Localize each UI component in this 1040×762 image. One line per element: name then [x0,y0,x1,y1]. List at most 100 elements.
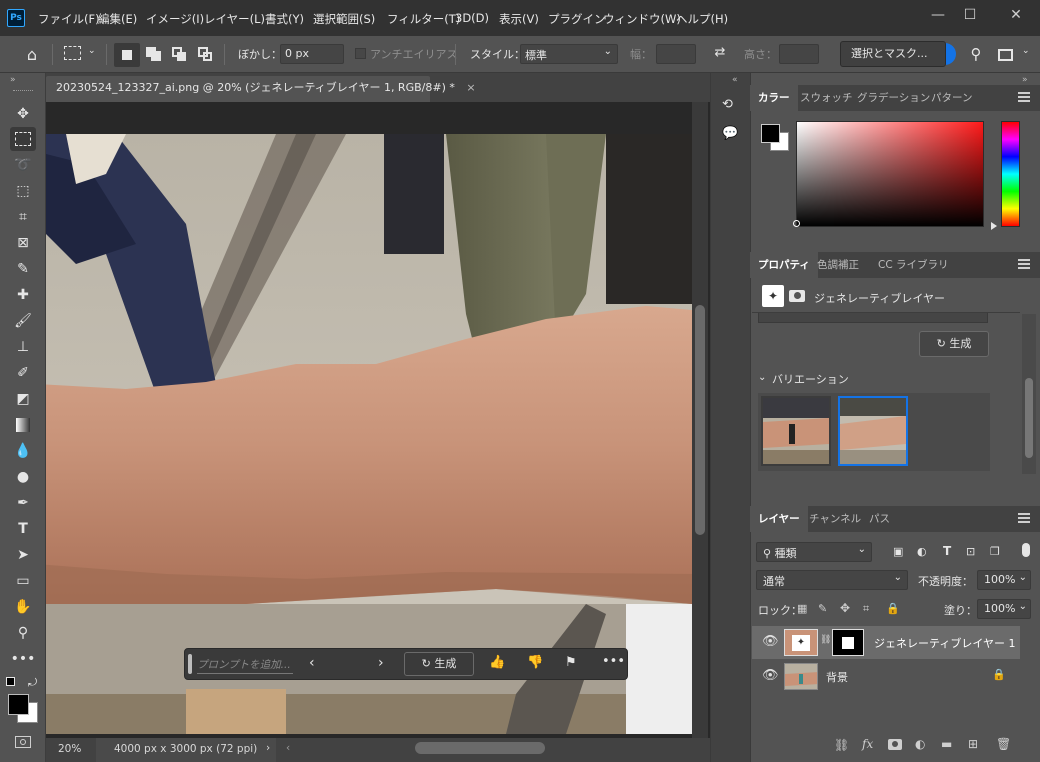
gradient-tool-icon[interactable] [10,413,36,437]
foreground-color-swatch[interactable] [761,124,780,143]
filter-smart-object-icon[interactable]: ❐ [990,545,1000,558]
history-brush-tool-icon[interactable]: ✐ [10,361,36,385]
antialias-checkbox[interactable] [355,48,366,59]
crop-tool-icon[interactable]: ⌗ [10,205,36,229]
feather-input[interactable]: 0 px [280,44,344,64]
layer-name[interactable]: ジェネレーティブレイヤー 1 [874,635,1016,651]
default-colors-icon[interactable] [6,677,15,686]
healing-brush-tool-icon[interactable]: ✚ [10,283,36,307]
hue-slider[interactable] [1001,121,1020,227]
menu-item[interactable]: 表示(V) [499,11,539,27]
marquee-tool-icon[interactable] [10,127,36,151]
tab-color[interactable]: カラー [750,85,798,111]
select-and-mask-button[interactable]: 選択とマスク... [840,41,946,67]
history-panel-icon[interactable]: ⟲ [722,97,738,113]
group-folder-icon[interactable]: ▬ [941,737,952,751]
layer-row-generative[interactable]: 👁 ✦ ⛓ ジェネレーティブレイヤー 1 [752,626,1020,659]
minimize-button[interactable]: — [926,6,950,26]
filter-pixel-icon[interactable]: ▣ [893,545,903,558]
collapse-icon[interactable]: » [10,75,16,85]
workspace-icon[interactable] [998,49,1013,61]
canvas-image[interactable] [46,134,692,734]
color-picker-cursor[interactable] [793,220,800,227]
filter-adjustment-icon[interactable]: ◐ [917,545,927,558]
generate-button[interactable]: ↻ 生成 [404,652,474,676]
eyedropper-tool-icon[interactable]: ✎ [10,257,36,281]
eye-icon[interactable]: 👁 [762,634,779,649]
dodge-tool-icon[interactable]: ● [10,465,36,489]
properties-scroll-thumb[interactable] [1025,378,1033,458]
filter-type-icon[interactable]: T [943,544,951,558]
eraser-tool-icon[interactable]: ◩ [10,387,36,411]
foreground-color-swatch[interactable] [8,694,29,715]
path-selection-tool-icon[interactable]: ➤ [10,543,36,567]
new-selection-button[interactable] [114,43,140,67]
thumbs-down-icon[interactable]: 👎 [527,655,543,670]
menu-item[interactable]: 書式(Y) [265,11,304,27]
mask-icon[interactable] [789,290,805,302]
tab-properties[interactable]: プロパティ [750,252,818,278]
eye-icon[interactable]: 👁 [762,668,779,683]
color-picker-field[interactable] [796,121,984,227]
layer-name[interactable]: 背景 [826,669,848,685]
status-menu-arrow[interactable]: › [266,742,270,754]
search-icon[interactable]: ⚲ [966,44,986,64]
filter-shape-icon[interactable]: ⊡ [966,545,975,558]
lock-all-icon[interactable]: 🔒 [886,602,900,615]
marquee-preset-icon[interactable] [64,46,81,60]
prompt-field-bottom[interactable] [758,313,988,323]
new-layer-icon[interactable]: ⊞ [968,737,978,751]
horizontal-scroll-thumb[interactable] [415,742,545,754]
more-tools-icon[interactable]: ••• [10,647,36,671]
tab-layers[interactable]: レイヤー [750,506,808,532]
swap-arrows-icon[interactable]: ⇄ [710,43,730,63]
panel-menu-icon[interactable] [1018,513,1030,523]
opacity-input[interactable]: 100% ⌄ [977,570,1031,590]
layer-row-background[interactable]: 👁 背景 🔒 [752,660,1020,693]
filter-toggle[interactable] [1022,543,1030,557]
document-tab[interactable]: 20230524_123327_ai.png @ 20% (ジェネレーティブレイ… [46,76,476,102]
tab-adjustments[interactable]: 色調補正 [809,252,867,278]
lock-transparency-icon[interactable]: ▦ [797,602,807,615]
height-input[interactable] [779,44,819,64]
flag-icon[interactable]: ⚑ [565,655,577,670]
tab-cc-libraries[interactable]: CC ライブラリ [870,252,957,278]
menu-item[interactable]: ファイル(F) [38,11,100,27]
zoom-tool-icon[interactable]: ⚲ [10,621,36,645]
chevron-down-icon[interactable]: ⌄ [1022,46,1030,56]
tab-paths[interactable]: パス [861,506,898,532]
zoom-level[interactable]: 20% [58,743,81,755]
add-mask-icon[interactable] [888,739,902,750]
fill-input[interactable]: 100% ⌄ [977,599,1031,619]
menu-item[interactable]: イメージ(I) [146,11,204,27]
chevron-down-icon[interactable]: ⌄ [758,372,766,383]
adjustment-layer-icon[interactable]: ◐ [915,737,925,751]
quick-mask-icon[interactable] [15,736,31,748]
lock-artboard-icon[interactable]: ⌗ [863,602,869,616]
menu-item[interactable]: ウィンドウ(W) [603,11,681,27]
thumbs-up-icon[interactable]: 👍 [489,655,505,670]
menu-item[interactable]: ヘルプ(H) [676,11,728,27]
more-options-icon[interactable]: ••• [602,654,625,669]
menu-item[interactable]: 3D(D) [455,11,489,25]
home-icon[interactable]: ⌂ [22,45,42,65]
move-tool-icon[interactable]: ✥ [10,102,36,126]
link-icon[interactable]: ⛓ [820,635,831,645]
clone-stamp-tool-icon[interactable]: ⊥ [10,335,36,359]
brush-tool-icon[interactable]: 🖌 [10,309,36,333]
style-select[interactable]: 標準 ⌄ [520,44,618,64]
taskbar-grip[interactable] [188,654,192,674]
hue-slider-handle[interactable] [991,222,997,230]
pen-tool-icon[interactable]: ✒ [10,491,36,515]
fx-icon[interactable]: fx [862,737,873,751]
width-input[interactable] [656,44,696,64]
menu-item[interactable]: 編集(E) [98,11,137,27]
menu-item[interactable]: プラグイン [548,11,606,27]
collapse-icon[interactable]: » [1022,75,1028,85]
rectangle-tool-icon[interactable]: ▭ [10,569,36,593]
comments-panel-icon[interactable]: 💬 [722,126,738,142]
trash-icon[interactable]: 🗑 [996,737,1011,751]
type-tool-icon[interactable]: T [10,517,36,541]
chevron-down-icon[interactable]: ⌄ [88,46,96,56]
tab-channels[interactable]: チャンネル [801,506,869,532]
